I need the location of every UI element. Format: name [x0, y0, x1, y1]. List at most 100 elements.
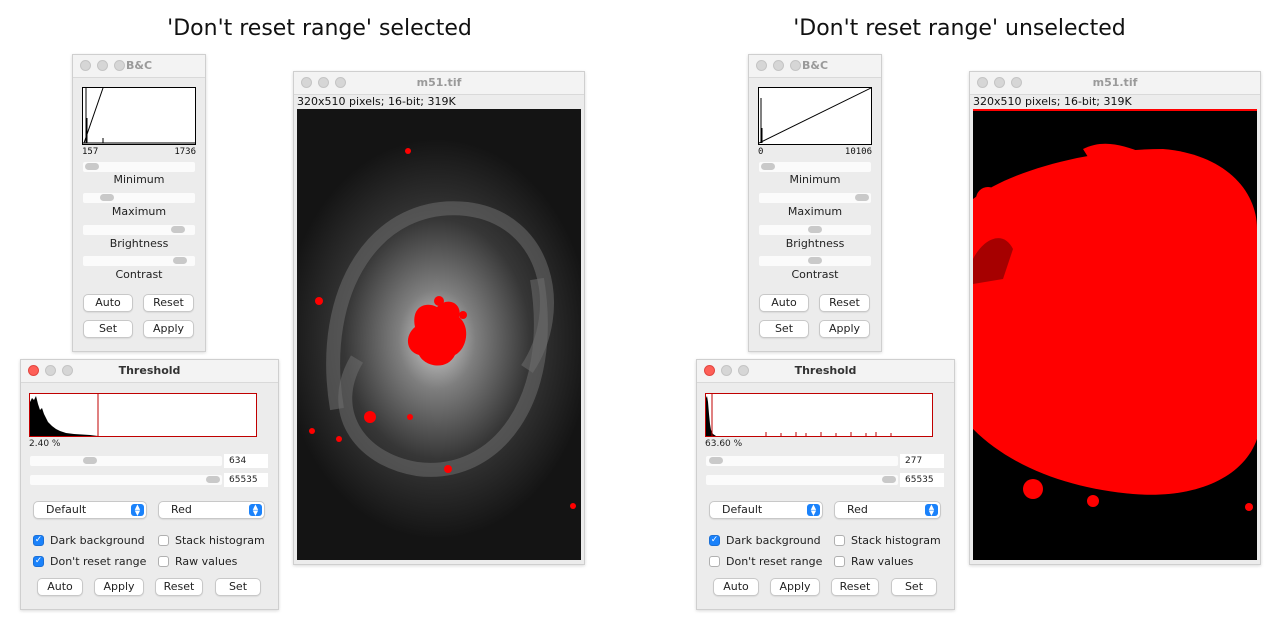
- window-titlebar[interactable]: Threshold: [21, 360, 278, 383]
- apply-button[interactable]: Apply: [143, 320, 194, 338]
- image-window: m51.tif 320x510 pixels; 16-bit; 319K: [293, 71, 585, 565]
- auto-button[interactable]: Auto: [83, 294, 133, 312]
- brightness-contrast-window: B&C 157 1736 Minimum Maximum Brightness …: [72, 54, 206, 352]
- checkbox-label: Stack histogram: [851, 534, 941, 547]
- contrast-label: Contrast: [791, 268, 839, 281]
- display-value: Red: [847, 503, 868, 516]
- panel-dont-reset-unselected: 'Don't reset range' unselected B&C 0 101…: [640, 0, 1279, 629]
- upper-threshold-slider[interactable]: [706, 475, 898, 485]
- auto-button[interactable]: Auto: [759, 294, 809, 312]
- slider-thumb[interactable]: [855, 194, 869, 201]
- image-info: 320x510 pixels; 16-bit; 319K: [973, 95, 1132, 108]
- brightness-label: Brightness: [785, 237, 845, 250]
- method-dropdown[interactable]: Default ▲ ▼: [33, 501, 147, 519]
- galaxy-image-canvas[interactable]: [973, 109, 1257, 560]
- panel-caption: 'Don't reset range' unselected: [793, 16, 1126, 41]
- threshold-window: Threshold 63.60 % 277 65535 Default ▲▼: [696, 359, 955, 610]
- window-titlebar[interactable]: B&C: [749, 55, 881, 78]
- reset-button[interactable]: Reset: [155, 578, 203, 596]
- upper-threshold-field[interactable]: 65535: [900, 473, 944, 487]
- slider-thumb[interactable]: [882, 476, 896, 483]
- raw-values-checkbox[interactable]: Raw values: [834, 555, 913, 568]
- slider-thumb[interactable]: [808, 226, 822, 233]
- stack-histogram-checkbox[interactable]: Stack histogram: [158, 534, 265, 547]
- display-dropdown[interactable]: Red ▲ ▼: [834, 501, 941, 519]
- threshold-percent: 63.60 %: [705, 439, 743, 449]
- threshold-histogram: [705, 393, 933, 437]
- window-title: m51.tif: [1092, 76, 1138, 89]
- lower-threshold-field[interactable]: 277: [900, 454, 944, 468]
- method-value: Default: [46, 503, 87, 516]
- upper-threshold-slider[interactable]: [30, 475, 222, 485]
- window-titlebar[interactable]: Threshold: [697, 360, 954, 383]
- checkbox-icon: [834, 556, 845, 567]
- brightness-slider[interactable]: [759, 225, 871, 235]
- apply-button[interactable]: Apply: [770, 578, 820, 596]
- image-window: m51.tif 320x510 pixels; 16-bit; 319K: [969, 71, 1261, 565]
- slider-thumb[interactable]: [206, 476, 220, 483]
- dark-background-checkbox[interactable]: ✓ Dark background: [709, 534, 821, 547]
- minimum-slider[interactable]: [759, 162, 871, 172]
- slider-thumb[interactable]: [171, 226, 185, 233]
- minimum-slider[interactable]: [83, 162, 195, 172]
- threshold-window: Threshold 2.40 % 634 65535 Default ▲ ▼ Re…: [20, 359, 279, 610]
- slider-thumb[interactable]: [761, 163, 775, 170]
- raw-values-checkbox[interactable]: Raw values: [158, 555, 237, 568]
- reset-button[interactable]: Reset: [819, 294, 870, 312]
- minimum-label: Minimum: [113, 173, 165, 186]
- lower-threshold-slider[interactable]: [706, 456, 898, 466]
- image-info: 320x510 pixels; 16-bit; 319K: [297, 95, 456, 108]
- apply-button[interactable]: Apply: [819, 320, 870, 338]
- brightness-label: Brightness: [109, 237, 169, 250]
- checkbox-label: Stack histogram: [175, 534, 265, 547]
- maximum-slider[interactable]: [759, 193, 871, 203]
- checkbox-icon: [834, 535, 845, 546]
- set-button[interactable]: Set: [215, 578, 261, 596]
- brightness-slider[interactable]: [83, 225, 195, 235]
- chevron-updown-icon: ▲ ▼: [131, 504, 144, 517]
- lower-threshold-field[interactable]: 634: [224, 454, 268, 468]
- window-title: Threshold: [118, 364, 181, 377]
- reset-button[interactable]: Reset: [143, 294, 194, 312]
- set-button[interactable]: Set: [83, 320, 133, 338]
- slider-thumb[interactable]: [100, 194, 114, 201]
- slider-thumb[interactable]: [709, 457, 723, 464]
- slider-thumb[interactable]: [173, 257, 187, 264]
- auto-button[interactable]: Auto: [37, 578, 83, 596]
- checkbox-label: Raw values: [851, 555, 914, 568]
- dont-reset-range-checkbox[interactable]: Don't reset range: [709, 555, 822, 568]
- slider-thumb[interactable]: [83, 457, 97, 464]
- galaxy-image-canvas[interactable]: [297, 109, 581, 560]
- stack-histogram-checkbox[interactable]: Stack histogram: [834, 534, 941, 547]
- set-button[interactable]: Set: [759, 320, 809, 338]
- window-title: B&C: [125, 59, 153, 72]
- bc-histogram: [82, 87, 196, 145]
- checkbox-label: Dark background: [726, 534, 821, 547]
- dont-reset-range-checkbox[interactable]: ✓ Don't reset range: [33, 555, 146, 568]
- slider-thumb[interactable]: [85, 163, 99, 170]
- contrast-slider[interactable]: [759, 256, 871, 266]
- window-title: B&C: [801, 59, 829, 72]
- lower-threshold-slider[interactable]: [30, 456, 222, 466]
- apply-button[interactable]: Apply: [94, 578, 144, 596]
- window-titlebar[interactable]: m51.tif: [970, 72, 1260, 95]
- upper-threshold-field[interactable]: 65535: [224, 473, 268, 487]
- contrast-label: Contrast: [115, 268, 163, 281]
- window-titlebar[interactable]: m51.tif: [294, 72, 584, 95]
- range-min-label: 0: [758, 147, 764, 157]
- display-dropdown[interactable]: Red ▲ ▼: [158, 501, 265, 519]
- auto-button[interactable]: Auto: [713, 578, 759, 596]
- maximum-slider[interactable]: [83, 193, 195, 203]
- range-min-label: 157: [82, 147, 99, 157]
- dark-background-checkbox[interactable]: ✓ Dark background: [33, 534, 145, 547]
- contrast-slider[interactable]: [83, 256, 195, 266]
- method-dropdown[interactable]: Default ▲ ▼: [709, 501, 823, 519]
- maximum-label: Maximum: [787, 205, 843, 218]
- checkbox-label: Don't reset range: [726, 555, 823, 568]
- maximum-label: Maximum: [111, 205, 167, 218]
- slider-thumb[interactable]: [808, 257, 822, 264]
- window-titlebar[interactable]: B&C: [73, 55, 205, 78]
- set-button[interactable]: Set: [891, 578, 937, 596]
- threshold-percent: 2.40 %: [29, 439, 61, 449]
- reset-button[interactable]: Reset: [831, 578, 879, 596]
